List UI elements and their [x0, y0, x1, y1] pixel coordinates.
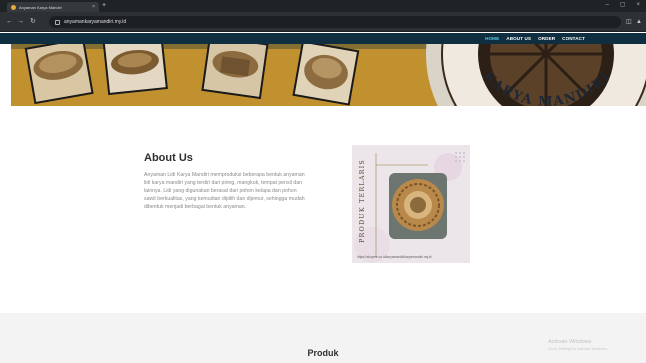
- browser-tab[interactable]: Anyaman Karya Mandiri ×: [7, 2, 99, 12]
- new-tab-button[interactable]: +: [102, 2, 106, 10]
- basket-photo-frame: [24, 44, 94, 105]
- hero-banner: KARYA MANDIRI: [11, 44, 646, 106]
- reload-icon[interactable]: ↻: [30, 17, 36, 26]
- nav-contact[interactable]: CONTACT: [562, 36, 585, 41]
- window-controls: – ▢ ×: [605, 1, 640, 10]
- minimize-button[interactable]: –: [605, 1, 608, 10]
- woven-bowl-photo: [352, 145, 470, 263]
- site-info-icon[interactable]: [55, 19, 60, 25]
- best-seller-image: PRODUK TERLARIS https://shopee.co.id/any…: [352, 145, 470, 263]
- maximize-button[interactable]: ▢: [620, 1, 626, 10]
- nav-order[interactable]: ORDER: [538, 36, 555, 41]
- basket-photo-frame: [201, 44, 269, 100]
- windows-activation-hint: Go to Settings to activate Windows.: [548, 347, 608, 351]
- nav-about-us[interactable]: ABOUT US: [506, 36, 531, 41]
- url-text: anyamankaryamandiri.my.id: [64, 19, 127, 25]
- close-window-button[interactable]: ×: [636, 1, 640, 10]
- best-seller-label: PRODUK TERLARIS: [358, 159, 366, 243]
- close-tab-icon[interactable]: ×: [92, 4, 95, 10]
- browser-tab-strip: Anyaman Karya Mandiri × + – ▢ ×: [0, 0, 646, 12]
- shop-link-text: https://shopee.co.id/anyamanlidikaryaman…: [357, 255, 432, 259]
- about-heading: About Us: [144, 152, 193, 164]
- windows-activation-watermark: Activate Windows: [548, 339, 592, 345]
- browser-toolbar: ← → ↻ anyamankaryamandiri.my.id ◫ ▲: [0, 12, 646, 32]
- arrow-left-icon[interactable]: ←: [6, 17, 13, 26]
- basket-photo-frame: [292, 44, 360, 106]
- tab-title: Anyaman Karya Mandiri: [19, 4, 62, 10]
- basket-photo-frame: [102, 44, 168, 96]
- about-description: Anyaman Lidi Karya Mandiri memproduksi b…: [144, 172, 305, 211]
- site-favicon-icon: [11, 4, 16, 10]
- address-bar[interactable]: anyamankaryamandiri.my.id: [49, 16, 621, 28]
- hero-illustration: KARYA MANDIRI: [11, 44, 646, 106]
- sidebar-icon[interactable]: ◫: [626, 18, 632, 26]
- profile-icon[interactable]: ▲: [636, 18, 642, 26]
- site-navbar: HOME ABOUT US ORDER CONTACT: [0, 33, 646, 44]
- nav-home[interactable]: HOME: [485, 36, 499, 41]
- arrow-right-icon[interactable]: →: [17, 17, 24, 26]
